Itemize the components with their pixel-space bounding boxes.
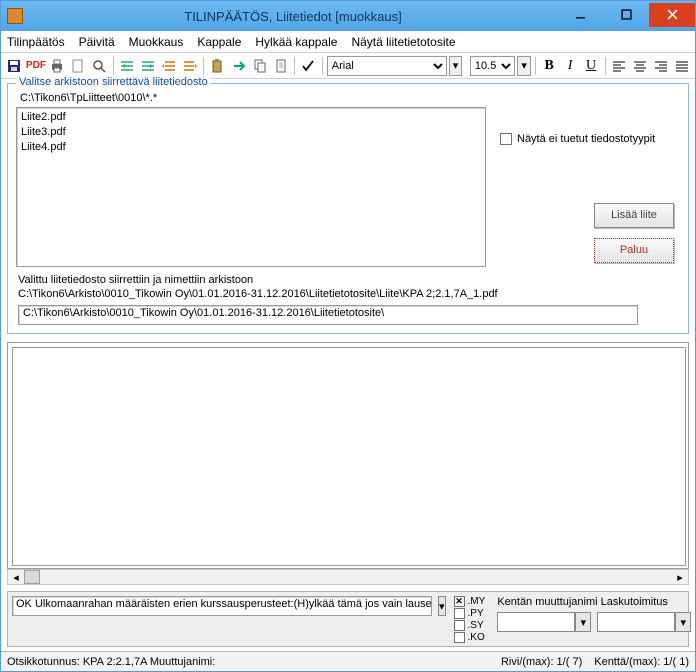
status-rivi: Rivi/(max): 1/( 7) [501, 656, 582, 668]
bottom-panel: OK Ulkomaanrahan määräisten erien kurssa… [7, 591, 689, 647]
menu-kappale[interactable]: Kappale [197, 35, 241, 49]
horizontal-scrollbar[interactable]: ◂ ▸ [7, 569, 689, 585]
ext-my-checkbox[interactable]: ✕ [454, 596, 465, 607]
paste-icon[interactable] [208, 56, 227, 76]
align-left-icon[interactable] [609, 56, 628, 76]
search-icon[interactable] [90, 56, 109, 76]
list-item[interactable]: Liite2.pdf [21, 110, 481, 125]
ext-sy-label: .SY [468, 620, 484, 631]
align-right-icon[interactable] [651, 56, 670, 76]
menubar: Tilinpäätös Päivitä Muokkaus Kappale Hyl… [1, 31, 695, 53]
fieldset-legend: Valitse arkistoon siirrettävä liitetiedo… [16, 76, 211, 88]
file-list[interactable]: Liite2.pdf Liite3.pdf Liite4.pdf [16, 107, 486, 267]
new-page-icon[interactable] [69, 56, 88, 76]
list-left-icon[interactable] [159, 56, 178, 76]
operation-dropdown-icon[interactable]: ▾ [675, 612, 691, 632]
save-icon[interactable] [5, 56, 24, 76]
maximize-button[interactable] [603, 3, 649, 27]
menu-paivita[interactable]: Päivitä [79, 35, 115, 49]
add-attachment-button[interactable]: Lisää liite [594, 203, 674, 228]
ext-sy-checkbox[interactable] [454, 620, 465, 631]
archive-path-input[interactable]: C:\Tikon6\Arkisto\0010_Tikowin Oy\01.01.… [18, 305, 638, 325]
show-unsupported-checkbox[interactable] [500, 133, 512, 145]
status-left: Otsikkotunnus: KPA 2:2.1,7A Muuttujanimi… [7, 656, 215, 668]
status-kentta: Kenttä/(max): 1/( 1) [594, 656, 689, 668]
editor-area[interactable] [7, 342, 689, 569]
list-item[interactable]: Liite4.pdf [21, 140, 481, 155]
italic-button[interactable]: I [561, 56, 580, 76]
statusbar: Otsikkotunnus: KPA 2:2.1,7A Muuttujanimi… [1, 651, 695, 671]
menu-muokkaus[interactable]: Muokkaus [129, 35, 184, 49]
list-item[interactable]: Liite3.pdf [21, 125, 481, 140]
underline-button[interactable]: U [582, 56, 601, 76]
goto-icon[interactable] [229, 56, 248, 76]
prompt-dropdown-icon[interactable]: ▾ [438, 596, 446, 616]
align-center-icon[interactable] [630, 56, 649, 76]
print-icon[interactable] [48, 56, 67, 76]
font-dropdown-icon[interactable]: ▾ [449, 56, 462, 76]
show-unsupported-label: Näytä ei tuetut tiedostotyypit [517, 133, 655, 145]
app-icon [7, 8, 23, 24]
menu-nayta-liitetietotosite[interactable]: Näytä liitetietotosite [351, 35, 455, 49]
font-select[interactable]: Arial [327, 56, 447, 76]
bold-button[interactable]: B [540, 56, 559, 76]
source-path-label: C:\Tikon6\TpLiitteet\0010\*.* [20, 92, 680, 104]
pdf-icon[interactable]: PDF [26, 56, 46, 76]
attachment-fieldset: Valitse arkistoon siirrettävä liitetiedo… [7, 83, 689, 334]
menu-hylkaa-kappale[interactable]: Hylkää kappale [255, 35, 337, 49]
size-dropdown-icon[interactable]: ▾ [517, 56, 530, 76]
ext-my-label: .MY [468, 596, 486, 607]
operation-combo[interactable] [597, 612, 675, 632]
minimize-button[interactable] [557, 3, 603, 27]
ext-ko-label: .KO [468, 632, 485, 643]
indent-right-icon[interactable] [139, 56, 158, 76]
check-icon[interactable] [299, 56, 318, 76]
variable-combo[interactable] [497, 612, 575, 632]
ext-py-checkbox[interactable] [454, 608, 465, 619]
align-justify-icon[interactable] [672, 56, 691, 76]
scroll-right-icon[interactable]: ▸ [672, 570, 688, 584]
variable-dropdown-icon[interactable]: ▾ [575, 612, 591, 632]
titlebar: TILINPÄÄTÖS, Liitetiedot [muokkaus] [1, 1, 695, 31]
ext-ko-checkbox[interactable] [454, 632, 465, 643]
copy-icon[interactable] [250, 56, 269, 76]
window-title: TILINPÄÄTÖS, Liitetiedot [muokkaus] [29, 9, 557, 24]
move-status-text: Valittu liitetiedosto siirrettiin ja nim… [18, 273, 678, 301]
ext-py-label: .PY [468, 608, 484, 619]
list-right-icon[interactable] [180, 56, 199, 76]
doc-icon[interactable] [271, 56, 290, 76]
close-button[interactable] [649, 3, 695, 27]
indent-left-icon[interactable] [118, 56, 137, 76]
menu-tilinpaatos[interactable]: Tilinpäätös [7, 35, 65, 49]
size-select[interactable]: 10.5 [470, 56, 516, 76]
variable-label: Kentän muuttujanimi Laskutoimitus [497, 596, 691, 608]
prompt-input[interactable]: OK Ulkomaanrahan määräisten erien kurssa… [12, 596, 432, 616]
return-button[interactable]: Paluu [594, 238, 674, 263]
scroll-left-icon[interactable]: ◂ [8, 570, 24, 584]
